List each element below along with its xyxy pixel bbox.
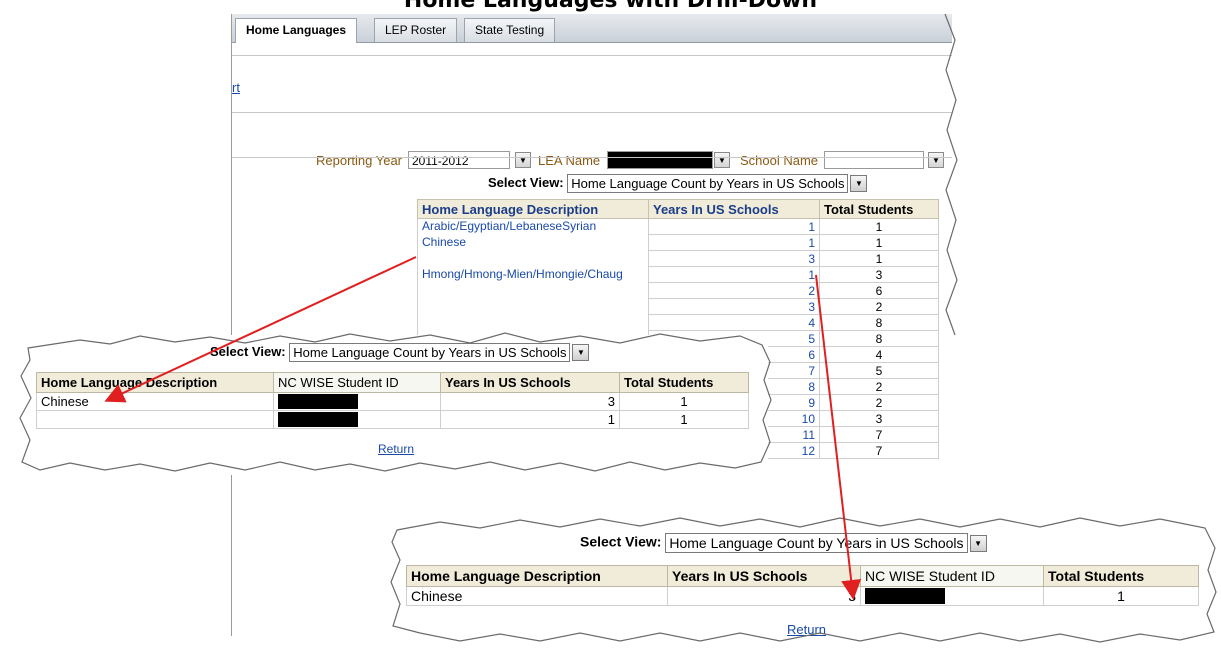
arrow-left: [104, 256, 417, 403]
annotation-layer: [19, 13, 1217, 643]
arrow-right: [815, 274, 862, 600]
